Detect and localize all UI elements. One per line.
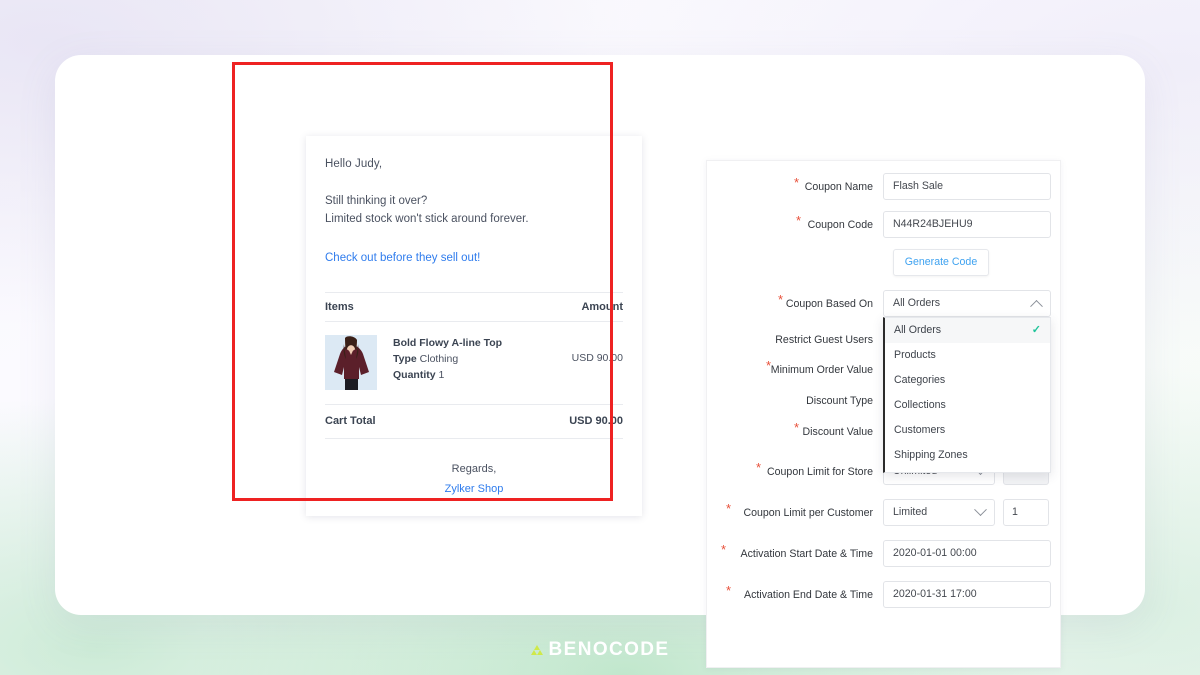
dropdown-option-customers[interactable]: Customers	[885, 418, 1050, 443]
dropdown-option-all-orders[interactable]: All Orders ✓	[885, 318, 1050, 343]
required-asterisk-icon: *	[725, 501, 731, 516]
option-label: Products	[894, 349, 936, 361]
required-asterisk-icon: *	[755, 460, 761, 475]
dropdown-option-collections[interactable]: Collections	[885, 393, 1050, 418]
option-label: Shipping Zones	[894, 449, 968, 461]
product-quantity: Quantity 1	[393, 367, 572, 383]
required-asterisk-icon: *	[720, 542, 726, 557]
label-text: Activation End Date & Time	[744, 589, 873, 601]
coupon-limit-customer-value: Limited	[893, 506, 928, 518]
required-asterisk-icon: *	[795, 213, 801, 228]
email-preview-card: Hello Judy, Still thinking it over? Limi…	[306, 136, 642, 516]
required-asterisk-icon: *	[765, 358, 771, 373]
benocode-logo-icon	[530, 644, 544, 658]
label-discount-value: * Discount Value	[707, 418, 883, 439]
required-asterisk-icon: *	[793, 175, 799, 190]
label-text: Activation Start Date & Time	[740, 548, 873, 560]
label-coupon-based-on: * Coupon Based On	[707, 290, 883, 311]
option-label: All Orders	[894, 324, 942, 336]
required-asterisk-icon: *	[777, 292, 783, 307]
app-screen-card: Hello Judy, Still thinking it over? Limi…	[55, 55, 1145, 668]
form-row-activation-end: * Activation End Date & Time 2020-01-31 …	[707, 581, 1051, 608]
label-text: Coupon Limit per Customer	[743, 507, 873, 519]
table-row: Bold Flowy A-line Top Type Clothing Quan…	[325, 322, 623, 405]
label-text: Coupon Based On	[785, 298, 873, 310]
label-coupon-limit-customer: * Coupon Limit per Customer	[707, 499, 883, 520]
dropdown-option-categories[interactable]: Categories	[885, 368, 1050, 393]
coupon-based-on-value: All Orders	[893, 297, 941, 309]
column-header-amount: Amount	[581, 301, 623, 313]
cart-total-label: Cart Total	[325, 415, 376, 427]
order-items-table: Items Amount Bold Flowy A-line Top Type …	[325, 292, 623, 439]
label-text: Coupon Limit for Store	[767, 466, 873, 478]
chevron-up-icon	[1030, 299, 1043, 313]
check-icon: ✓	[1031, 324, 1041, 336]
product-thumbnail	[325, 335, 377, 390]
label-activation-end: * Activation End Date & Time	[707, 581, 883, 602]
option-label: Categories	[894, 374, 946, 386]
coupon-name-input[interactable]: Flash Sale	[883, 173, 1051, 200]
form-row-activation-start: * Activation Start Date & Time 2020-01-0…	[707, 540, 1051, 567]
activation-end-input[interactable]: 2020-01-31 17:00	[883, 581, 1051, 608]
product-amount: USD 90.00	[571, 352, 623, 364]
form-row-coupon-code: * Coupon Code N44R24BJEHU9	[707, 211, 1051, 238]
chevron-down-icon	[974, 503, 987, 517]
label-coupon-name: * Coupon Name	[707, 173, 883, 194]
option-label: Collections	[894, 399, 946, 411]
email-body-line-1: Still thinking it over?	[325, 195, 428, 207]
product-quantity-label: Quantity	[393, 369, 436, 381]
email-regards: Regards,	[451, 463, 497, 475]
coupon-based-on-dropdown[interactable]: All Orders ✓ Products Categories Collect…	[883, 317, 1051, 473]
column-header-items: Items	[325, 301, 354, 313]
label-text: Discount Value	[802, 426, 873, 438]
label-discount-type: Discount Type	[707, 387, 883, 408]
form-row-generate-code: Generate Code	[707, 249, 1044, 276]
label-text: Coupon Code	[807, 219, 873, 231]
email-body-line-2: Limited stock won't stick around forever…	[325, 213, 529, 225]
required-asterisk-icon: *	[725, 583, 731, 598]
label-coupon-limit-store: * Coupon Limit for Store	[707, 458, 883, 479]
label-restrict-guest-users: Restrict Guest Users	[707, 326, 883, 347]
coupon-form-panel: * Coupon Name Flash Sale * Coupon Code N…	[706, 160, 1061, 668]
option-label: Customers	[894, 424, 946, 436]
form-row-coupon-limit-customer: * Coupon Limit per Customer Limited 1	[707, 499, 1049, 526]
shop-name-link[interactable]: Zylker Shop	[325, 483, 623, 495]
form-row-coupon-based-on: * Coupon Based On All Orders All Orders …	[707, 290, 1051, 473]
product-type: Type Clothing	[393, 351, 572, 367]
required-asterisk-icon: *	[793, 420, 799, 435]
coupon-limit-customer-select[interactable]: Limited	[883, 499, 995, 526]
email-footer: Regards, Zylker Shop	[325, 463, 623, 495]
label-minimum-order-value: * Minimum Order Value	[707, 356, 883, 377]
dropdown-option-shipping-zones[interactable]: Shipping Zones	[885, 443, 1050, 468]
form-row-coupon-name: * Coupon Name Flash Sale	[707, 173, 1051, 200]
dropdown-option-products[interactable]: Products	[885, 343, 1050, 368]
product-type-value: Clothing	[419, 353, 459, 365]
product-type-label: Type	[393, 353, 417, 365]
coupon-based-on-select[interactable]: All Orders	[883, 290, 1051, 317]
items-table-header: Items Amount	[325, 292, 623, 322]
cart-total-row: Cart Total USD 90.00	[325, 405, 623, 439]
generate-code-button[interactable]: Generate Code	[893, 249, 989, 276]
footer-brand: BENOCODE	[0, 639, 1200, 661]
product-quantity-value: 1	[438, 369, 445, 381]
label-text: Minimum Order Value	[770, 364, 873, 376]
email-greeting: Hello Judy,	[325, 158, 383, 170]
label-activation-start: * Activation Start Date & Time	[707, 540, 883, 561]
coupon-limit-customer-number[interactable]: 1	[1003, 499, 1049, 526]
email-cta-link[interactable]: Check out before they sell out!	[325, 252, 480, 264]
label-coupon-code: * Coupon Code	[707, 211, 883, 232]
coupon-code-input[interactable]: N44R24BJEHU9	[883, 211, 1051, 238]
activation-start-input[interactable]: 2020-01-01 00:00	[883, 540, 1051, 567]
cart-total-amount: USD 90.00	[569, 415, 623, 427]
label-text: Coupon Name	[804, 181, 873, 193]
product-title: Bold Flowy A-line Top	[393, 337, 503, 349]
label-text: Restrict Guest Users	[775, 334, 873, 346]
label-text: Discount Type	[806, 395, 873, 407]
brand-name: BENOCODE	[548, 639, 670, 660]
